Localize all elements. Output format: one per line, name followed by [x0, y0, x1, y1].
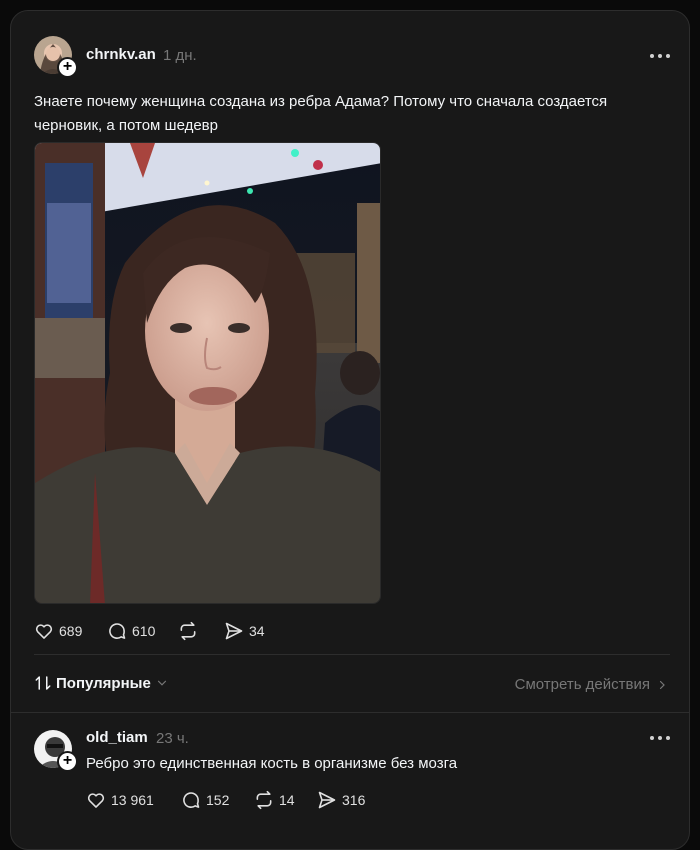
reply-comment-button[interactable]: 152 [181, 789, 229, 811]
post-text-line-1: Знаете почему женщина создана из ребра А… [34, 93, 608, 110]
follow-plus-icon[interactable]: + [57, 751, 78, 772]
divider [34, 654, 670, 655]
like-count: 689 [59, 623, 83, 639]
sort-arrows-icon [35, 676, 51, 690]
reply-share-count: 316 [342, 792, 366, 808]
post-username[interactable]: chrnkv.an [86, 46, 156, 63]
comment-bubble-icon [109, 623, 126, 639]
reply-comment-count: 152 [206, 792, 230, 808]
like-button[interactable]: 689 [34, 620, 82, 642]
repost-button[interactable] [178, 620, 198, 642]
share-button[interactable]: 34 [224, 620, 265, 642]
reply-text: Ребро это единственная кость в организме… [86, 755, 458, 772]
post-photo[interactable] [34, 142, 381, 604]
chevron-right-icon [659, 680, 665, 689]
view-activity-link[interactable]: Смотреть действия [515, 676, 668, 693]
post-more-dots-icon[interactable] [650, 46, 670, 66]
reply-like-count: 13 961 [111, 792, 154, 808]
reply-like-button[interactable]: 13 961 [86, 789, 154, 811]
comment-button[interactable]: 610 [107, 620, 155, 642]
send-icon [318, 791, 336, 809]
repost-icon [256, 790, 272, 810]
reply-repost-button[interactable]: 14 [254, 789, 295, 811]
repost-icon [180, 621, 196, 641]
view-activity-label: Смотреть действия [514, 676, 650, 693]
comment-bubble-icon [183, 792, 200, 808]
post-text-line-2: черновик, а потом шедевр [34, 117, 218, 134]
reply-repost-count: 14 [279, 792, 295, 808]
follow-plus-icon[interactable]: + [57, 57, 78, 78]
reply-share-button[interactable]: 316 [317, 789, 365, 811]
reply-more-dots-icon[interactable] [650, 728, 670, 748]
divider [11, 712, 689, 713]
comment-count: 610 [132, 623, 156, 639]
send-icon [225, 622, 243, 640]
chevron-down-icon [157, 680, 166, 686]
sort-label: Популярные [56, 674, 151, 692]
share-count: 34 [249, 623, 265, 639]
heart-icon [35, 624, 53, 639]
sort-dropdown[interactable]: Популярные [34, 674, 169, 692]
post-timestamp[interactable]: 1 дн. [163, 47, 197, 64]
heart-icon [87, 793, 105, 808]
reply-username[interactable]: old_tiam [86, 729, 148, 746]
reply-timestamp[interactable]: 23 ч. [156, 730, 189, 747]
